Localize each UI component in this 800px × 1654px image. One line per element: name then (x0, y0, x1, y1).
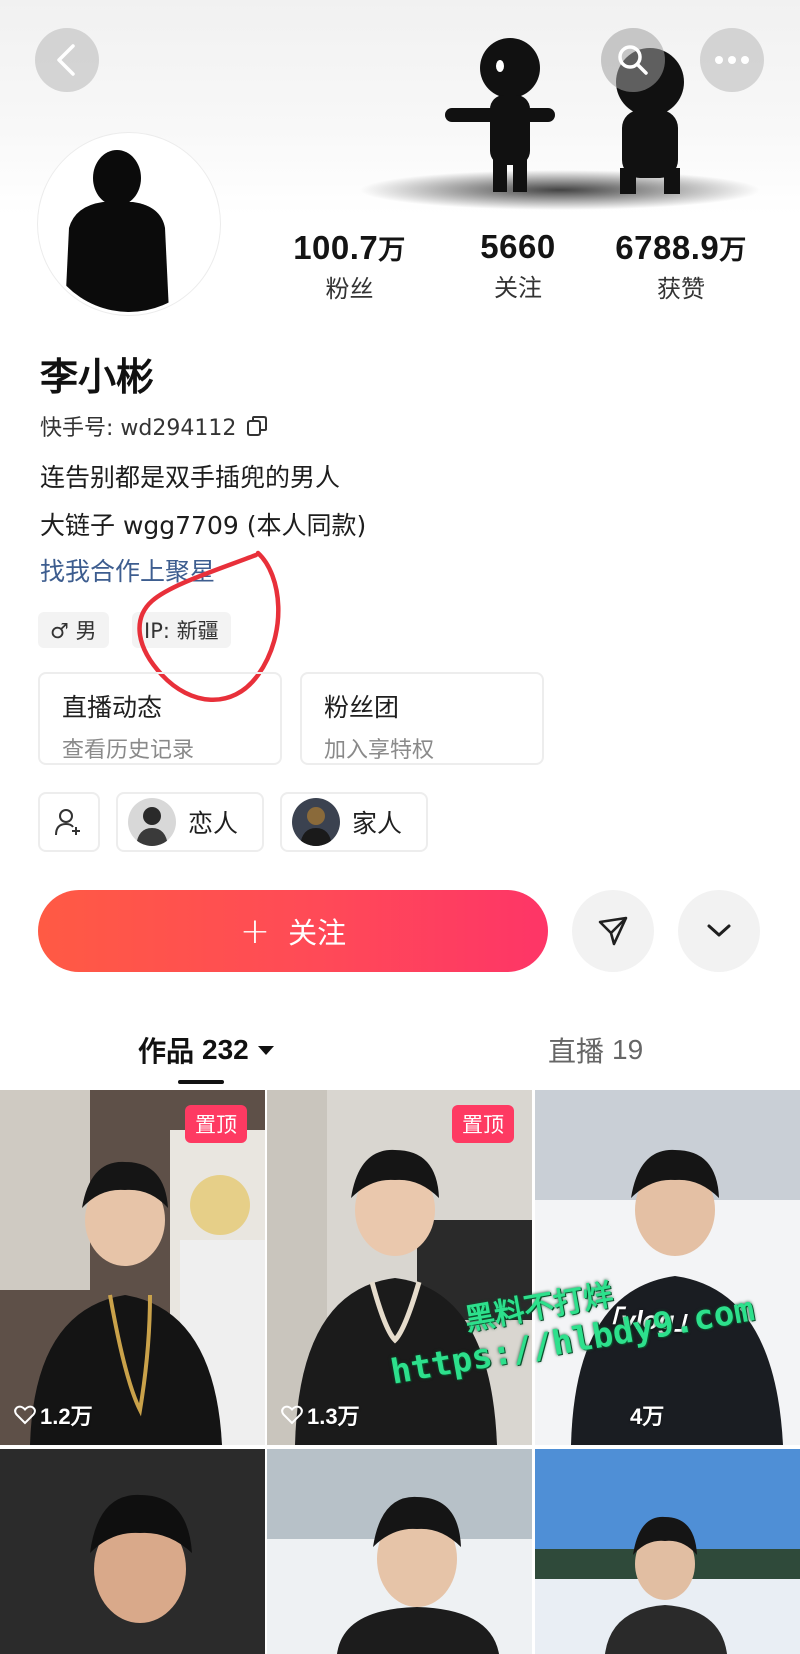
search-button[interactable] (601, 28, 665, 92)
more-horizontal-icon (715, 56, 749, 64)
send-icon (598, 916, 628, 946)
tab-live[interactable]: 直播 19 (548, 1030, 643, 1070)
live-count: 19 (612, 1034, 644, 1065)
follow-label: 关注 (288, 916, 347, 950)
stat-likes: 6788.9万 获赞 (601, 228, 761, 304)
works-label: 作品 (138, 1035, 195, 1068)
video-thumb-6[interactable] (535, 1449, 800, 1654)
video-thumb-image (267, 1449, 532, 1654)
lover-label: 恋人 (188, 809, 239, 838)
live-history-card[interactable]: 直播动态 查看历史记录 (38, 672, 282, 765)
tab-works[interactable]: 作品 232 (138, 1030, 275, 1070)
lover-avatar (128, 798, 176, 846)
works-count: 232 (202, 1034, 249, 1065)
kuaishou-id-row[interactable]: 快手号: wd294112 (40, 410, 268, 442)
following-count: 5660 (480, 228, 556, 265)
fans-count: 100.7万 (293, 229, 406, 266)
more-button[interactable] (700, 28, 764, 92)
live-card-title: 直播动态 (62, 693, 163, 722)
video-thumb-4[interactable] (0, 1449, 265, 1654)
video-thumb-image (0, 1449, 265, 1654)
family-label: 家人 (352, 809, 403, 838)
bio-line-1: 连告别都是双手插兜的男人 (40, 463, 341, 492)
video-thumb-image (535, 1449, 800, 1654)
relation-lover[interactable]: 恋人 (116, 792, 264, 852)
video-thumb-5[interactable] (267, 1449, 532, 1654)
live-label: 直播 (548, 1035, 605, 1068)
back-button[interactable] (35, 28, 99, 92)
video-thumb-1[interactable]: 置顶 1.2万 (0, 1090, 265, 1445)
heart-icon (281, 1405, 303, 1425)
fan-club-card[interactable]: 粉丝团 加入享特权 (300, 672, 544, 765)
chevron-down-icon (707, 924, 731, 937)
stat-following[interactable]: 5660 关注 (462, 228, 574, 303)
gender-tag: ♂ 男 (38, 612, 109, 648)
likes-label: 获赞 (657, 275, 705, 303)
tab-indicator (178, 1080, 224, 1084)
bio-line-2: 大链子 wgg7709 (本人同款) (40, 511, 367, 540)
video-thumb-image (0, 1090, 265, 1445)
likes-count: 6788.9万 (615, 229, 747, 266)
search-icon (618, 45, 648, 75)
plus-icon: + (239, 910, 271, 952)
chevron-left-icon (57, 44, 75, 76)
like-count: 1.3万 (281, 1399, 360, 1431)
fan-club-subtitle: 加入享特权 (324, 738, 435, 763)
add-relation-button[interactable] (38, 792, 100, 852)
live-card-subtitle: 查看历史记录 (62, 738, 195, 763)
caret-down-icon (257, 1046, 274, 1055)
following-label: 关注 (494, 274, 542, 302)
like-count: 4万 (630, 1404, 665, 1429)
heart-icon (14, 1405, 36, 1425)
bio: 连告别都是双手插兜的男人 大链子 wgg7709 (本人同款) (40, 454, 366, 550)
avatar-silhouette (41, 136, 217, 312)
follow-button[interactable]: + 关注 (38, 890, 548, 972)
profile-avatar[interactable] (38, 133, 220, 315)
stat-fans[interactable]: 100.7万 粉丝 (282, 228, 417, 304)
share-button[interactable] (572, 890, 654, 972)
profile-name: 李小彬 (40, 355, 155, 399)
like-count: 1.2万 (14, 1399, 93, 1431)
expand-button[interactable] (678, 890, 760, 972)
fans-label: 粉丝 (325, 275, 374, 303)
family-avatar (292, 798, 340, 846)
pinned-badge: 置顶 (452, 1105, 514, 1143)
pinned-badge: 置顶 (185, 1105, 247, 1143)
copy-icon[interactable] (246, 415, 268, 437)
kuaishou-id: 快手号: wd294112 (40, 416, 237, 441)
relation-family[interactable]: 家人 (280, 792, 428, 852)
fan-club-title: 粉丝团 (324, 693, 400, 722)
add-user-icon (55, 809, 80, 836)
